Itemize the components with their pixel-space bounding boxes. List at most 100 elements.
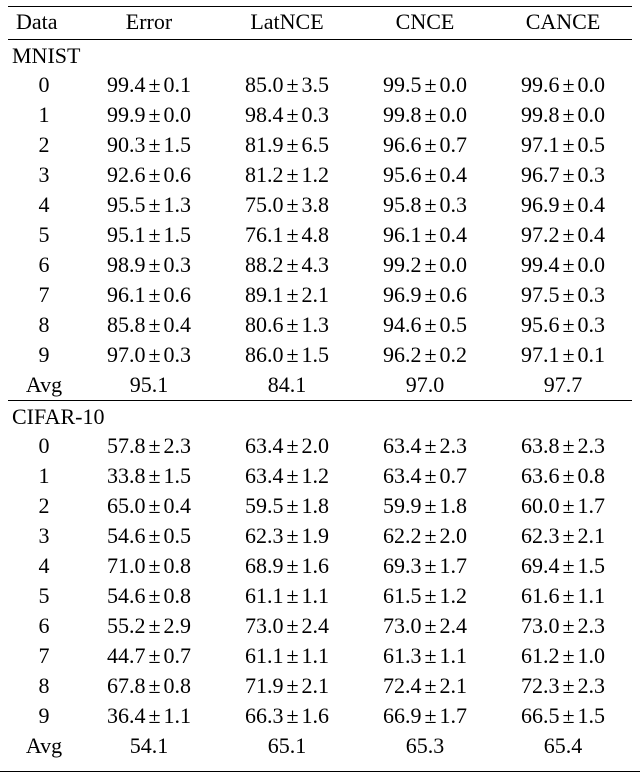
cell-cnce: 96.1±0.4 <box>356 220 494 250</box>
cell-cnce: 69.3±1.7 <box>356 551 494 581</box>
cell-cnce: 94.6±0.5 <box>356 310 494 340</box>
row-index: 1 <box>8 461 80 491</box>
avg-cance: 97.7 <box>494 370 632 401</box>
cell-cance: 63.6±0.8 <box>494 461 632 491</box>
cell-error: 44.7±0.7 <box>80 641 218 671</box>
cell-latnce: 76.1±4.8 <box>218 220 356 250</box>
cell-latnce: 86.0±1.5 <box>218 340 356 370</box>
cell-latnce: 73.0±2.4 <box>218 611 356 641</box>
cell-latnce: 63.4±1.2 <box>218 461 356 491</box>
cell-error: 54.6±0.8 <box>80 581 218 611</box>
cell-error: 92.6±0.6 <box>80 160 218 190</box>
row-index: 3 <box>8 160 80 190</box>
table-row: 997.0±0.386.0±1.596.2±0.297.1±0.1 <box>8 340 632 370</box>
table-row: 495.5±1.375.0±3.895.8±0.396.9±0.4 <box>8 190 632 220</box>
cell-error: 55.2±2.9 <box>80 611 218 641</box>
cell-cnce: 99.2±0.0 <box>356 250 494 280</box>
cell-error: 85.8±0.4 <box>80 310 218 340</box>
section-header: CIFAR-10 <box>8 401 632 432</box>
cell-cnce: 72.4±2.1 <box>356 671 494 701</box>
cell-latnce: 98.4±0.3 <box>218 100 356 130</box>
col-cance: CANCE <box>494 7 632 40</box>
cell-error: 36.4±1.1 <box>80 701 218 731</box>
cell-cance: 63.8±2.3 <box>494 431 632 461</box>
cell-cnce: 59.9±1.8 <box>356 491 494 521</box>
cell-latnce: 71.9±2.1 <box>218 671 356 701</box>
avg-cance: 65.4 <box>494 731 632 761</box>
cell-cnce: 63.4±0.7 <box>356 461 494 491</box>
cell-cnce: 96.9±0.6 <box>356 280 494 310</box>
cell-error: 95.1±1.5 <box>80 220 218 250</box>
cell-latnce: 81.2±1.2 <box>218 160 356 190</box>
table-row: 554.6±0.861.1±1.161.5±1.261.6±1.1 <box>8 581 632 611</box>
row-index: 6 <box>8 250 80 280</box>
cell-error: 33.8±1.5 <box>80 461 218 491</box>
row-index: 4 <box>8 551 80 581</box>
cell-latnce: 85.0±3.5 <box>218 70 356 100</box>
results-table-container: Data Error LatNCE CNCE CANCE MNIST099.4±… <box>0 0 640 772</box>
cell-error: 97.0±0.3 <box>80 340 218 370</box>
row-index: 3 <box>8 521 80 551</box>
table-row: 354.6±0.562.3±1.962.2±2.062.3±2.1 <box>8 521 632 551</box>
cell-error: 67.8±0.8 <box>80 671 218 701</box>
cell-error: 71.0±0.8 <box>80 551 218 581</box>
cell-error: 57.8±2.3 <box>80 431 218 461</box>
cell-cnce: 99.8±0.0 <box>356 100 494 130</box>
cell-cance: 73.0±2.3 <box>494 611 632 641</box>
avg-error: 54.1 <box>80 731 218 761</box>
table-row: 265.0±0.459.5±1.859.9±1.860.0±1.7 <box>8 491 632 521</box>
cell-cnce: 96.2±0.2 <box>356 340 494 370</box>
cell-cance: 60.0±1.7 <box>494 491 632 521</box>
row-index: 9 <box>8 340 80 370</box>
cell-cnce: 63.4±2.3 <box>356 431 494 461</box>
col-data: Data <box>8 7 80 40</box>
cell-error: 99.4±0.1 <box>80 70 218 100</box>
cell-cnce: 61.5±1.2 <box>356 581 494 611</box>
row-index: 0 <box>8 70 80 100</box>
cell-latnce: 81.9±6.5 <box>218 130 356 160</box>
cell-cance: 66.5±1.5 <box>494 701 632 731</box>
table-row: 290.3±1.581.9±6.596.6±0.797.1±0.5 <box>8 130 632 160</box>
section-name: CIFAR-10 <box>8 401 632 432</box>
cell-latnce: 59.5±1.8 <box>218 491 356 521</box>
cell-latnce: 62.3±1.9 <box>218 521 356 551</box>
table-header: Data Error LatNCE CNCE CANCE <box>8 7 632 40</box>
cell-cance: 61.6±1.1 <box>494 581 632 611</box>
cell-latnce: 66.3±1.6 <box>218 701 356 731</box>
cell-cance: 95.6±0.3 <box>494 310 632 340</box>
table-row: 133.8±1.563.4±1.263.4±0.763.6±0.8 <box>8 461 632 491</box>
row-index: 7 <box>8 280 80 310</box>
cell-cance: 96.7±0.3 <box>494 160 632 190</box>
row-index: 6 <box>8 611 80 641</box>
row-index: 8 <box>8 310 80 340</box>
cell-cance: 96.9±0.4 <box>494 190 632 220</box>
cell-cnce: 96.6±0.7 <box>356 130 494 160</box>
cell-latnce: 61.1±1.1 <box>218 581 356 611</box>
row-index: 2 <box>8 130 80 160</box>
table-row: 199.9±0.098.4±0.399.8±0.099.8±0.0 <box>8 100 632 130</box>
table-row: 885.8±0.480.6±1.394.6±0.595.6±0.3 <box>8 310 632 340</box>
section-name: MNIST <box>8 40 632 71</box>
cell-latnce: 80.6±1.3 <box>218 310 356 340</box>
cell-cnce: 66.9±1.7 <box>356 701 494 731</box>
cell-cnce: 95.6±0.4 <box>356 160 494 190</box>
row-index: 5 <box>8 581 80 611</box>
table-row: 471.0±0.868.9±1.669.3±1.769.4±1.5 <box>8 551 632 581</box>
cell-cnce: 73.0±2.4 <box>356 611 494 641</box>
cell-error: 65.0±0.4 <box>80 491 218 521</box>
avg-cnce: 97.0 <box>356 370 494 401</box>
cell-error: 95.5±1.3 <box>80 190 218 220</box>
row-index: 0 <box>8 431 80 461</box>
cell-cance: 97.1±0.5 <box>494 130 632 160</box>
table-row: 936.4±1.166.3±1.666.9±1.766.5±1.5 <box>8 701 632 731</box>
col-error: Error <box>80 7 218 40</box>
row-index: 8 <box>8 671 80 701</box>
cell-error: 99.9±0.0 <box>80 100 218 130</box>
table-row: 655.2±2.973.0±2.473.0±2.473.0±2.3 <box>8 611 632 641</box>
col-latnce: LatNCE <box>218 7 356 40</box>
cell-cance: 72.3±2.3 <box>494 671 632 701</box>
cell-error: 54.6±0.5 <box>80 521 218 551</box>
row-index: 4 <box>8 190 80 220</box>
cell-latnce: 75.0±3.8 <box>218 190 356 220</box>
cell-cance: 97.5±0.3 <box>494 280 632 310</box>
